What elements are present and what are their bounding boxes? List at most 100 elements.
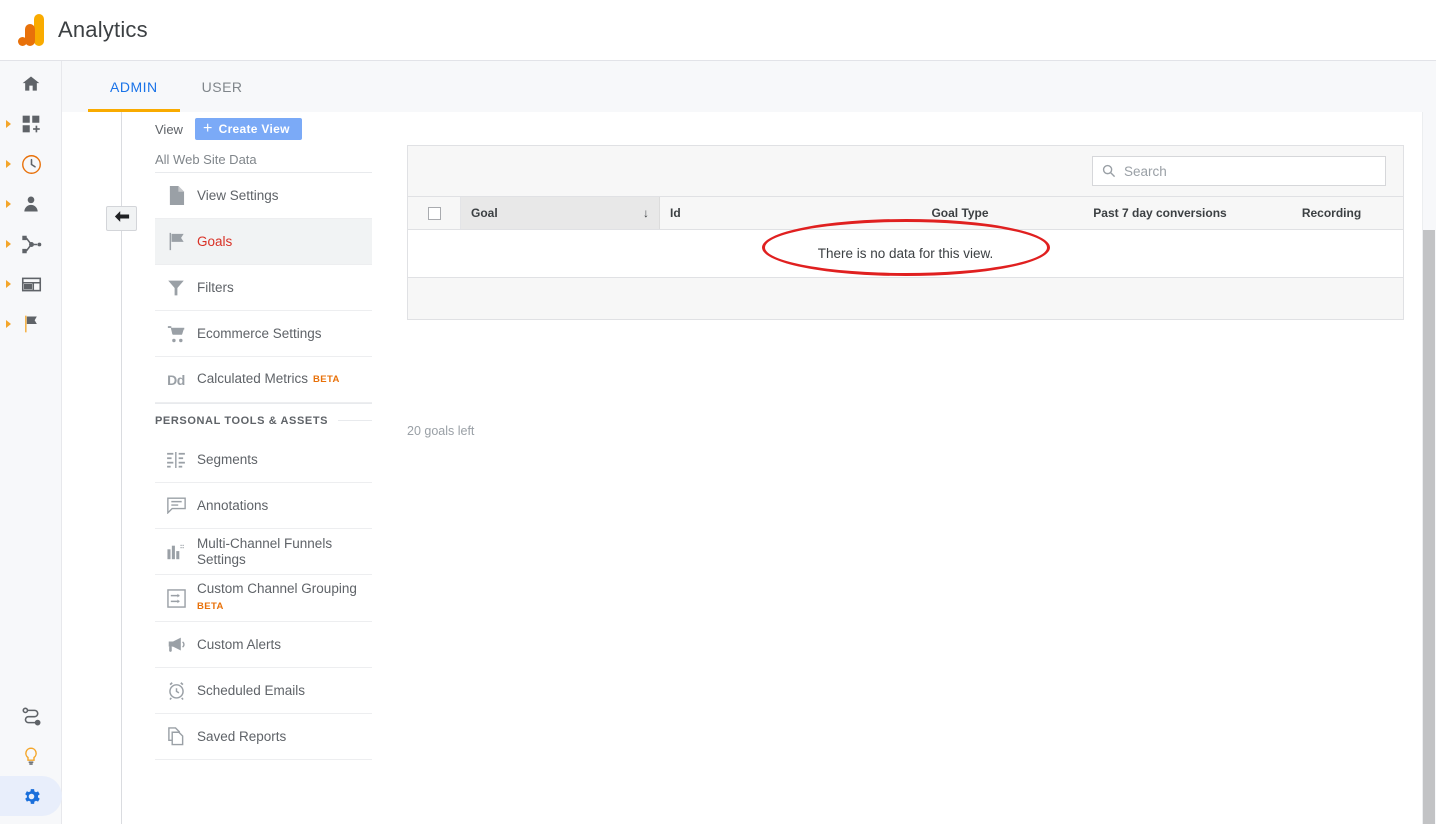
section-heading-label: PERSONAL TOOLS & ASSETS	[155, 415, 328, 427]
main-content: Goal ↓ Id Goal Type Past 7 day conversio…	[388, 112, 1424, 824]
menu-item-custom-channel-grouping[interactable]: Custom Channel Grouping BETA	[155, 575, 372, 622]
home-icon	[19, 72, 43, 96]
clock-icon	[19, 152, 43, 176]
flag-icon	[19, 312, 43, 336]
copy-documents-icon	[155, 727, 197, 746]
menu-item-goals[interactable]: Goals	[155, 219, 372, 265]
menu-item-label: Ecommerce Settings	[197, 326, 322, 342]
table-header-row: Goal ↓ Id Goal Type Past 7 day conversio…	[408, 197, 1403, 230]
menu-item-annotations[interactable]: Annotations	[155, 483, 372, 529]
table-toolbar	[408, 146, 1403, 197]
sidebar-collapse-button[interactable]	[106, 206, 137, 231]
sidebar-item-customization[interactable]	[0, 104, 61, 144]
column-header-recording[interactable]: Recording	[1260, 197, 1403, 229]
menu-item-segments[interactable]: Segments	[155, 437, 372, 483]
chevron-right-icon	[6, 120, 11, 128]
create-view-label: Create View	[219, 122, 290, 136]
column-header-goal[interactable]: Goal ↓	[461, 197, 660, 229]
menu-item-text: Custom Channel Grouping	[197, 581, 357, 596]
table-footer	[408, 278, 1403, 319]
megaphone-icon	[155, 636, 197, 653]
beta-badge: BETA	[313, 374, 340, 385]
menu-item-label: Calculated Metrics BETA	[197, 371, 340, 388]
menu-item-label: Segments	[197, 452, 258, 468]
view-header-row: View + Create View	[62, 112, 372, 146]
window-panes-icon	[19, 272, 43, 296]
route-path-icon	[19, 704, 43, 728]
column-header-id[interactable]: Id	[660, 197, 860, 229]
tab-user-label: USER	[202, 79, 243, 95]
menu-item-saved-reports[interactable]: Saved Reports	[155, 714, 372, 760]
tab-user[interactable]: USER	[180, 61, 265, 112]
tab-admin-label: ADMIN	[110, 79, 158, 95]
menu-item-label: Custom Alerts	[197, 637, 281, 653]
column-label: Recording	[1302, 206, 1361, 220]
chevron-right-icon	[6, 320, 11, 328]
column-label: Past 7 day conversions	[1093, 206, 1226, 220]
chevron-right-icon	[6, 240, 11, 248]
analytics-admin-page: Analytics	[0, 0, 1436, 824]
menu-item-label: Goals	[197, 234, 232, 250]
document-icon	[155, 186, 197, 205]
share-nodes-icon	[19, 232, 43, 256]
chevron-right-icon	[6, 200, 11, 208]
sidebar-item-conversions[interactable]	[0, 304, 61, 344]
sidebar-scrollbar-track[interactable]	[376, 112, 385, 824]
empty-state-row: There is no data for this view.	[408, 230, 1403, 278]
create-view-button[interactable]: + Create View	[195, 118, 302, 140]
menu-item-scheduled-emails[interactable]: Scheduled Emails	[155, 668, 372, 714]
chevron-right-icon	[6, 280, 11, 288]
app-title: Analytics	[58, 17, 148, 43]
menu-item-multi-channel-funnels-settings[interactable]: Multi-Channel Funnels Settings	[155, 529, 372, 575]
left-nav-rail	[0, 61, 62, 824]
sidebar-item-home[interactable]	[0, 64, 61, 104]
sidebar-item-realtime[interactable]	[0, 144, 61, 184]
column-label: Goal Type	[931, 206, 988, 220]
menu-item-calculated-metrics[interactable]: Dd Calculated Metrics BETA	[155, 357, 372, 403]
section-heading-personal-tools: PERSONAL TOOLS & ASSETS	[155, 403, 372, 437]
menu-item-ecommerce-settings[interactable]: Ecommerce Settings	[155, 311, 372, 357]
menu-item-label: View Settings	[197, 188, 279, 204]
arrow-left-icon	[114, 210, 130, 228]
search-container[interactable]	[1092, 156, 1386, 186]
sidebar-item-admin[interactable]	[0, 776, 62, 816]
shopping-cart-icon	[155, 325, 197, 343]
sort-descending-icon: ↓	[643, 206, 649, 220]
column-header-goal-type[interactable]: Goal Type	[860, 197, 1060, 229]
goals-left-label: 20 goals left	[407, 424, 474, 438]
segments-icon	[155, 452, 197, 468]
menu-item-label: Annotations	[197, 498, 268, 514]
menu-item-view-settings[interactable]: View Settings	[155, 173, 372, 219]
divider	[338, 420, 372, 421]
menu-item-label: Filters	[197, 280, 234, 296]
sidebar-item-audience[interactable]	[0, 184, 61, 224]
flag-icon	[155, 232, 197, 251]
search-icon	[1102, 164, 1116, 183]
menu-item-label: Custom Channel Grouping BETA	[197, 581, 357, 615]
goals-table-card: Goal ↓ Id Goal Type Past 7 day conversio…	[407, 145, 1404, 320]
menu-item-label: Saved Reports	[197, 729, 286, 745]
channel-grouping-icon	[155, 589, 197, 608]
sidebar-item-discover[interactable]	[0, 696, 62, 736]
google-analytics-logo	[18, 14, 44, 46]
sidebar-item-behavior[interactable]	[0, 264, 61, 304]
page-scrollbar-thumb[interactable]	[1423, 230, 1435, 824]
dd-text-icon: Dd	[155, 372, 197, 388]
current-view-name[interactable]: All Web Site Data	[62, 146, 372, 172]
select-all-checkbox[interactable]	[408, 197, 461, 229]
search-input[interactable]	[1093, 157, 1385, 185]
page-scrollbar-track[interactable]	[1422, 112, 1436, 824]
tab-admin[interactable]: ADMIN	[88, 61, 180, 112]
menu-item-filters[interactable]: Filters	[155, 265, 372, 311]
logo-container	[0, 14, 62, 46]
menu-item-text: Calculated Metrics	[197, 371, 308, 386]
alarm-clock-icon	[155, 681, 197, 700]
sidebar-item-acquisition[interactable]	[0, 224, 61, 264]
rail-bottom-group	[0, 696, 62, 816]
dashboard-add-icon	[19, 112, 43, 136]
menu-item-custom-alerts[interactable]: Custom Alerts	[155, 622, 372, 668]
column-header-past-7-day-conversions[interactable]: Past 7 day conversions	[1060, 197, 1260, 229]
column-label: Id	[670, 206, 681, 220]
empty-state-message: There is no data for this view.	[818, 246, 994, 261]
sidebar-item-intelligence[interactable]	[0, 736, 62, 776]
